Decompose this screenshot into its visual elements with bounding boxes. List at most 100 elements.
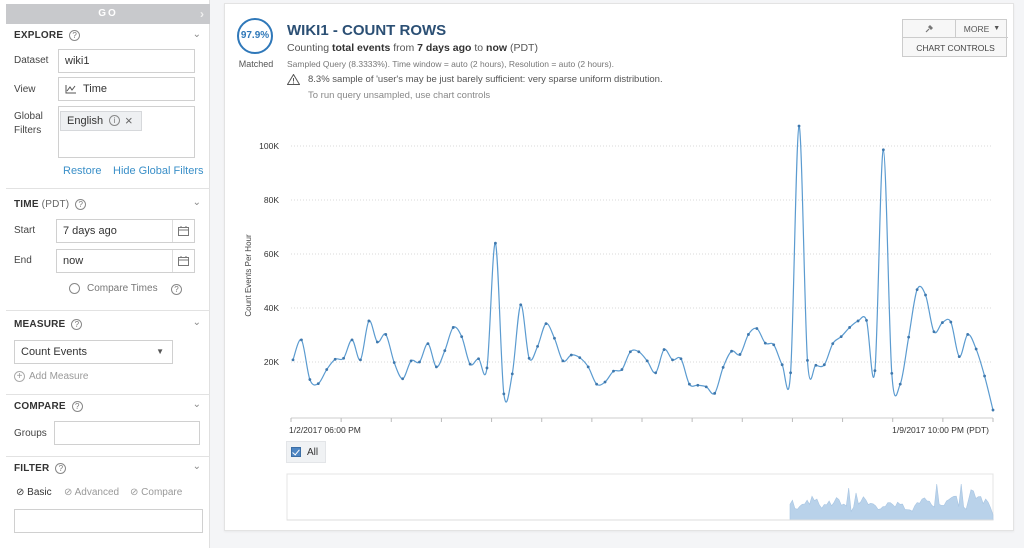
data-point (527, 356, 531, 360)
data-point (822, 363, 826, 367)
line-chart-icon (65, 85, 76, 94)
data-point (586, 365, 590, 369)
legend-all-toggle[interactable]: All (286, 441, 326, 463)
data-point (865, 319, 868, 322)
data-point (494, 241, 497, 245)
filter-input[interactable] (14, 509, 203, 533)
data-point (713, 391, 717, 395)
y-tick-label: 40K (264, 303, 279, 313)
calendar-icon[interactable] (172, 250, 194, 272)
compare-times-link[interactable]: Compare Times (87, 283, 158, 294)
dataset-value: wiki1 (65, 55, 90, 67)
groups-label: Groups (14, 428, 47, 439)
clock-icon (69, 283, 80, 294)
go-button-label: GO (98, 8, 118, 19)
help-icon[interactable]: ? (75, 199, 87, 210)
help-icon[interactable]: ? (55, 463, 67, 474)
chevron-down-icon[interactable]: ⌄ (193, 461, 201, 472)
line-chart[interactable]: 20K 40K 60K 80K 100K Count Events Per Hour 1/2… (225, 4, 1015, 532)
start-label: Start (14, 225, 36, 236)
help-icon[interactable]: ? (69, 30, 81, 41)
data-point (569, 353, 573, 357)
end-label: End (14, 255, 32, 266)
data-point (308, 378, 312, 381)
data-point (974, 347, 978, 351)
end-time-value: now (63, 255, 84, 267)
close-icon[interactable]: × (125, 113, 133, 128)
data-point (772, 343, 776, 347)
go-button[interactable]: GO › (6, 4, 210, 24)
data-point (797, 124, 801, 128)
data-point (536, 344, 539, 348)
y-tick-label: 80K (264, 195, 279, 205)
plus-icon[interactable]: + (14, 371, 25, 382)
data-point (392, 361, 396, 364)
data-point (434, 365, 438, 369)
data-point (468, 362, 472, 366)
filter-tab-basic[interactable]: ⊘ Basic (16, 487, 52, 498)
start-time-value: 7 days ago (63, 225, 117, 237)
chevron-down-icon[interactable]: ⌄ (193, 29, 201, 40)
help-icon[interactable]: ? (71, 319, 83, 330)
view-label: View (14, 84, 36, 95)
data-point (451, 326, 455, 329)
data-point (460, 335, 464, 339)
data-point (789, 371, 792, 375)
data-point (890, 371, 894, 375)
data-point (375, 340, 379, 344)
data-point (915, 288, 919, 292)
chevron-down-icon[interactable]: ⌄ (193, 317, 201, 328)
data-point (553, 336, 556, 340)
chevron-down-icon[interactable]: ⌄ (193, 197, 201, 208)
data-point (359, 358, 362, 362)
data-point (544, 322, 548, 326)
data-point (983, 374, 986, 378)
data-point (755, 327, 759, 330)
data-point (806, 358, 809, 362)
end-time-input[interactable]: now (56, 249, 195, 273)
data-point (418, 360, 421, 364)
data-point (881, 148, 885, 152)
add-measure-link[interactable]: Add Measure (29, 371, 88, 382)
explore-heading: EXPLORE? (14, 30, 81, 41)
data-point (485, 366, 489, 370)
divider (6, 310, 210, 311)
info-icon[interactable]: i (109, 115, 120, 126)
start-time-input[interactable]: 7 days ago (56, 219, 195, 243)
data-point (907, 335, 911, 339)
data-point (991, 408, 995, 412)
data-point (966, 333, 970, 336)
filter-tab-compare[interactable]: ⊘ Compare (130, 487, 182, 498)
data-point (940, 321, 944, 324)
filter-tab-advanced[interactable]: ⊘ Advanced (64, 487, 119, 498)
view-select[interactable]: Time (58, 77, 195, 101)
help-icon[interactable]: ? (71, 401, 83, 412)
dataset-input[interactable]: wiki1 (58, 49, 195, 73)
data-point (679, 357, 683, 361)
data-point (510, 372, 514, 376)
data-point (932, 330, 936, 334)
measure-select[interactable]: Count Events ▼ (14, 340, 173, 364)
overview-area (789, 483, 994, 521)
hide-global-filters-link[interactable]: Hide Global Filters (113, 165, 203, 177)
restore-link[interactable]: Restore (63, 165, 102, 177)
data-point (696, 383, 700, 387)
data-point (325, 368, 329, 371)
data-point (409, 359, 413, 363)
data-point (645, 359, 649, 363)
help-icon[interactable]: ? (171, 284, 182, 295)
data-point (662, 348, 666, 351)
data-point (502, 392, 506, 396)
data-point (654, 371, 658, 375)
filter-chip-english[interactable]: English i × (60, 111, 142, 131)
calendar-icon[interactable] (172, 220, 194, 242)
data-point (578, 356, 582, 360)
data-point (704, 385, 708, 389)
data-point (595, 382, 599, 386)
groups-input[interactable] (54, 421, 200, 445)
data-point (839, 335, 843, 339)
series-line-all (292, 125, 994, 411)
divider (6, 394, 210, 395)
chevron-down-icon[interactable]: ⌄ (193, 399, 201, 410)
data-point (924, 293, 927, 297)
